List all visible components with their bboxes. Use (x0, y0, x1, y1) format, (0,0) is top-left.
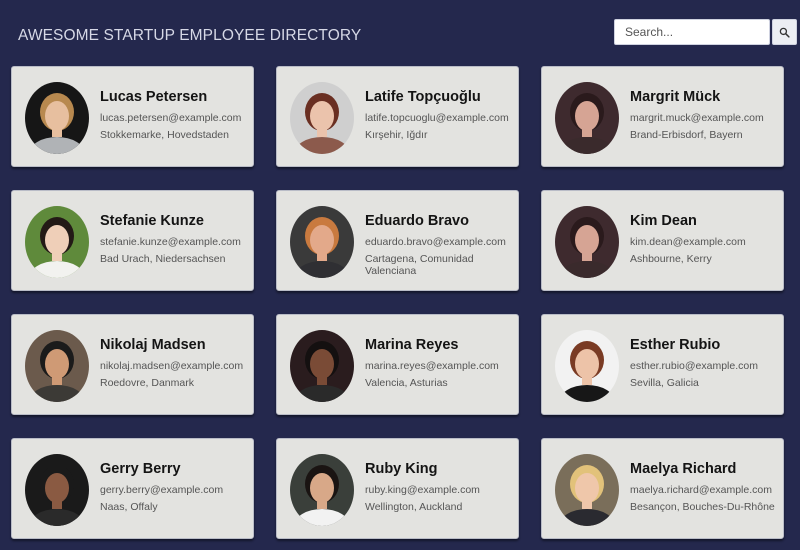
employee-location: Roedovre, Danmark (100, 377, 194, 389)
employee-info: Nikolaj Madsen nikolaj.madsen@example.co… (100, 337, 247, 389)
employee-card[interactable]: Esther Rubio esther.rubio@example.com Se… (541, 314, 784, 415)
employee-location: Naas, Offaly (100, 501, 158, 513)
employee-card[interactable]: Lucas Petersen lucas.petersen@example.co… (11, 66, 254, 167)
employee-name: Latife Topçuoğlu (365, 89, 481, 105)
employee-avatar (290, 330, 354, 402)
employee-email: latife.topcuoglu@example.com (365, 112, 509, 124)
employee-location: Besançon, Bouches-Du-Rhône (630, 501, 775, 513)
employee-name: Esther Rubio (630, 337, 721, 353)
employee-location: Valencia, Asturias (365, 377, 448, 389)
employee-name: Eduardo Bravo (365, 213, 469, 229)
page-title: AWESOME STARTUP EMPLOYEE DIRECTORY (18, 27, 362, 44)
employee-email: kim.dean@example.com (630, 236, 746, 248)
employee-info: Latife Topçuoğlu latife.topcuoglu@exampl… (365, 89, 512, 141)
employee-card[interactable]: Stefanie Kunze stefanie.kunze@example.co… (11, 190, 254, 291)
employee-avatar (290, 82, 354, 154)
employee-email: gerry.berry@example.com (100, 484, 224, 496)
employee-info: Ruby King ruby.king@example.com Wellingt… (365, 461, 512, 513)
employee-info: Marina Reyes marina.reyes@example.com Va… (365, 337, 512, 389)
search-icon (779, 27, 790, 38)
employee-info: Esther Rubio esther.rubio@example.com Se… (630, 337, 777, 389)
employee-avatar (25, 82, 89, 154)
employee-card[interactable]: Maelya Richard maelya.richard@example.co… (541, 438, 784, 539)
employee-avatar (25, 330, 89, 402)
employee-email: ruby.king@example.com (365, 484, 480, 496)
employee-info: Lucas Petersen lucas.petersen@example.co… (100, 89, 247, 141)
search-input[interactable] (614, 19, 770, 45)
employee-location: Bad Urach, Niedersachsen (100, 253, 226, 265)
employee-name: Kim Dean (630, 213, 697, 229)
employee-avatar (555, 454, 619, 526)
employee-avatar (555, 82, 619, 154)
search-button[interactable] (772, 19, 797, 45)
employee-name: Ruby King (365, 461, 438, 477)
employee-location: Sevilla, Galicia (630, 377, 699, 389)
employee-location: Stokkemarke, Hovedstaden (100, 129, 229, 141)
employee-email: marina.reyes@example.com (365, 360, 499, 372)
employee-name: Lucas Petersen (100, 89, 208, 105)
search-form (614, 19, 797, 45)
employee-card[interactable]: Margrit Mück margrit.muck@example.com Br… (541, 66, 784, 167)
employee-card[interactable]: Gerry Berry gerry.berry@example.com Naas… (11, 438, 254, 539)
employee-info: Gerry Berry gerry.berry@example.com Naas… (100, 461, 247, 513)
employee-card[interactable]: Ruby King ruby.king@example.com Wellingt… (276, 438, 519, 539)
employee-name: Nikolaj Madsen (100, 337, 206, 353)
employee-card[interactable]: Kim Dean kim.dean@example.com Ashbourne,… (541, 190, 784, 291)
employee-card[interactable]: Eduardo Bravo eduardo.bravo@example.com … (276, 190, 519, 291)
employee-location: Brand-Erbisdorf, Bayern (630, 129, 743, 141)
employee-email: margrit.muck@example.com (630, 112, 764, 124)
employee-avatar (25, 454, 89, 526)
employee-location: Cartagena, Comunidad Valenciana (365, 253, 474, 277)
employee-info: Kim Dean kim.dean@example.com Ashbourne,… (630, 213, 777, 265)
employee-info: Margrit Mück margrit.muck@example.com Br… (630, 89, 777, 141)
employee-location: Wellington, Auckland (365, 501, 463, 513)
employee-avatar (555, 206, 619, 278)
employee-email: nikolaj.madsen@example.com (100, 360, 244, 372)
employee-card[interactable]: Latife Topçuoğlu latife.topcuoglu@exampl… (276, 66, 519, 167)
employee-email: maelya.richard@example.com (630, 484, 772, 496)
employee-email: stefanie.kunze@example.com (100, 236, 241, 248)
employee-avatar (290, 206, 354, 278)
employee-info: Stefanie Kunze stefanie.kunze@example.co… (100, 213, 247, 265)
employee-grid: Lucas Petersen lucas.petersen@example.co… (11, 66, 784, 539)
employee-info: Maelya Richard maelya.richard@example.co… (630, 461, 777, 513)
employee-card[interactable]: Marina Reyes marina.reyes@example.com Va… (276, 314, 519, 415)
employee-info: Eduardo Bravo eduardo.bravo@example.com … (365, 213, 512, 277)
employee-name: Maelya Richard (630, 461, 737, 477)
employee-name: Stefanie Kunze (100, 213, 204, 229)
employee-location: Ashbourne, Kerry (630, 253, 712, 265)
employee-avatar (25, 206, 89, 278)
employee-avatar (290, 454, 354, 526)
employee-email: eduardo.bravo@example.com (365, 236, 506, 248)
employee-email: esther.rubio@example.com (630, 360, 758, 372)
employee-name: Margrit Mück (630, 89, 721, 105)
employee-name: Marina Reyes (365, 337, 459, 353)
employee-card[interactable]: Nikolaj Madsen nikolaj.madsen@example.co… (11, 314, 254, 415)
employee-location: Kırşehir, Iğdır (365, 129, 428, 141)
employee-name: Gerry Berry (100, 461, 181, 477)
employee-email: lucas.petersen@example.com (100, 112, 242, 124)
employee-avatar (555, 330, 619, 402)
